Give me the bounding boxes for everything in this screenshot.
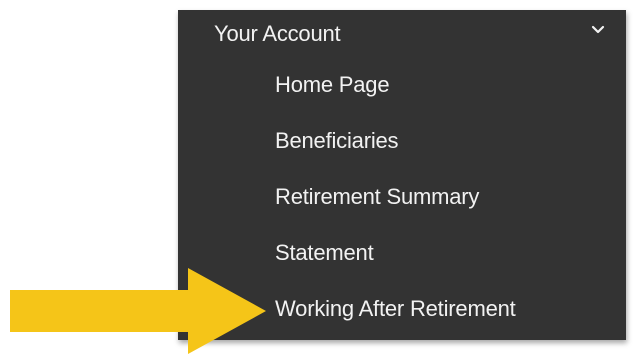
account-menu-title: Your Account	[214, 21, 341, 46]
arrow-right-icon	[10, 268, 266, 354]
menu-item-label: Home Page	[275, 72, 390, 97]
screenshot-stage: Your Account Home Page Beneficiaries Ret…	[0, 0, 638, 354]
menu-item-label: Retirement Summary	[275, 184, 480, 209]
menu-item-retirement-summary[interactable]: Retirement Summary	[178, 172, 626, 228]
menu-item-beneficiaries[interactable]: Beneficiaries	[178, 116, 626, 172]
menu-item-label: Statement	[275, 240, 374, 265]
menu-item-label: Working After Retirement	[275, 296, 516, 321]
account-menu-toggle[interactable]: Your Account	[178, 10, 626, 60]
menu-item-home-page[interactable]: Home Page	[178, 60, 626, 116]
chevron-down-icon	[591, 25, 605, 34]
menu-item-label: Beneficiaries	[275, 128, 399, 153]
